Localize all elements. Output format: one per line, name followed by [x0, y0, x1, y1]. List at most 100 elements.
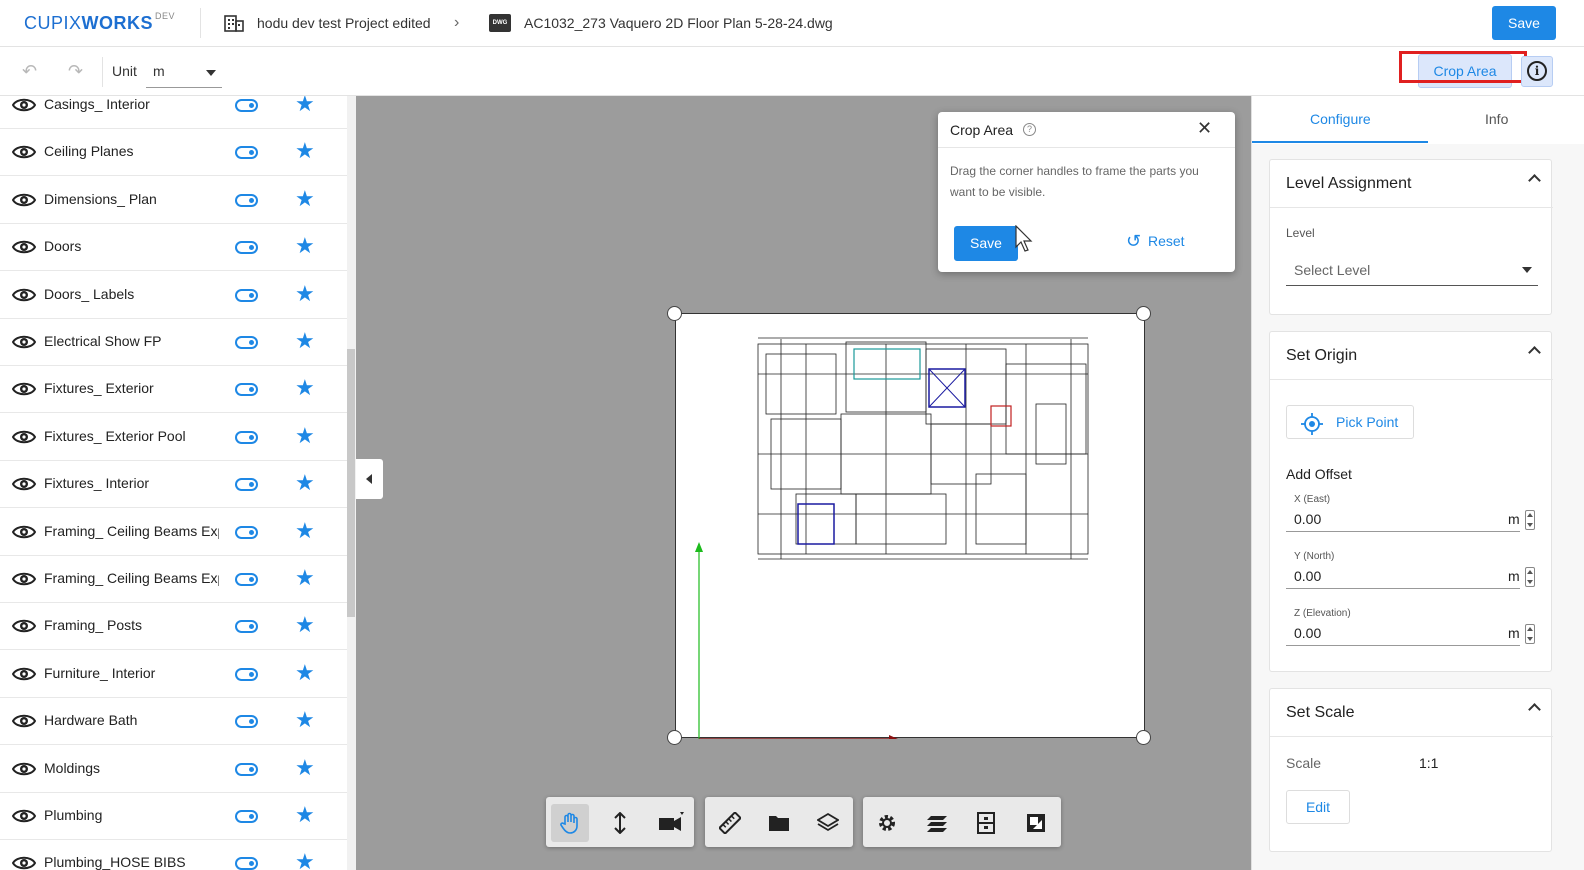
layer-row[interactable]: Moldings ★	[0, 746, 348, 793]
star-icon[interactable]: ★	[295, 423, 315, 449]
layer-list-scrollbar[interactable]	[347, 349, 355, 617]
undo-icon[interactable]: ↶	[22, 61, 37, 82]
star-icon[interactable]: ★	[295, 375, 315, 401]
level-select[interactable]: Select Level	[1286, 252, 1538, 286]
crop-frame[interactable]	[675, 313, 1145, 739]
eye-icon[interactable]	[12, 284, 36, 306]
collapse-caret-icon[interactable]	[1528, 346, 1541, 359]
layer-row[interactable]: Plumbing_HOSE BIBS ★	[0, 840, 348, 870]
layer-row[interactable]: Fixtures_ Exterior ★	[0, 366, 348, 414]
x-offset-input[interactable]: 0.00	[1294, 511, 1321, 527]
star-icon[interactable]: ★	[295, 328, 315, 354]
layer-row[interactable]: Framing_ Posts ★	[0, 603, 348, 651]
layer-toggle[interactable]	[235, 146, 258, 160]
eye-icon[interactable]	[12, 568, 36, 590]
z-offset-spinner[interactable]	[1525, 624, 1535, 644]
layer-toggle[interactable]	[235, 810, 258, 823]
layer-row[interactable]: Plumbing ★	[0, 793, 348, 840]
layer-toggle[interactable]	[235, 288, 258, 302]
pan-tool-button[interactable]	[551, 804, 589, 842]
layer-toggle[interactable]	[235, 857, 258, 870]
pick-point-button[interactable]: Pick Point	[1286, 405, 1414, 439]
layer-toggle[interactable]	[235, 193, 258, 207]
eye-icon[interactable]	[12, 663, 36, 685]
layers-stack-tool-button[interactable]	[809, 804, 847, 842]
layer-row[interactable]: Casings_ Interior ★	[0, 96, 348, 129]
layer-row[interactable]: Framing_ Ceiling Beams Exp ★	[0, 556, 348, 603]
level-tool-button[interactable]	[967, 804, 1005, 842]
eye-icon[interactable]	[12, 473, 36, 495]
collapse-panel-button[interactable]	[356, 459, 383, 499]
eye-icon[interactable]	[12, 852, 36, 870]
edit-scale-button[interactable]: Edit	[1286, 790, 1350, 824]
close-icon[interactable]: ✕	[1197, 118, 1212, 139]
star-icon[interactable]: ★	[295, 281, 315, 307]
crop-save-button[interactable]: Save	[954, 226, 1018, 261]
layer-toggle[interactable]	[235, 430, 258, 444]
layer-toggle[interactable]	[235, 383, 258, 397]
cupix-logo[interactable]: CUPIXWORKS DEV	[24, 11, 175, 34]
x-offset-spinner[interactable]	[1525, 510, 1535, 530]
vertical-move-tool-button[interactable]	[601, 804, 639, 842]
eye-icon[interactable]	[12, 331, 36, 353]
tab-configure[interactable]: Configure	[1310, 111, 1371, 127]
layer-row[interactable]: Fixtures_ Exterior Pool ★	[0, 414, 348, 461]
camera-tool-button[interactable]	[650, 804, 688, 842]
eye-icon[interactable]	[12, 805, 36, 827]
folder-tool-button[interactable]	[760, 804, 798, 842]
z-offset-input[interactable]: 0.00	[1294, 625, 1321, 641]
layer-toggle[interactable]	[235, 336, 258, 349]
star-icon[interactable]: ★	[295, 612, 315, 638]
star-icon[interactable]: ★	[295, 707, 315, 733]
eye-icon[interactable]	[12, 378, 36, 400]
eye-icon[interactable]	[12, 710, 36, 732]
star-icon[interactable]: ★	[295, 849, 315, 870]
layer-row[interactable]: Dimensions_ Plan ★	[0, 177, 348, 224]
breadcrumb-project[interactable]: hodu dev test Project edited	[257, 15, 431, 31]
layer-row[interactable]: Electrical Show FP ★	[0, 319, 348, 366]
eye-icon[interactable]	[12, 141, 36, 163]
layer-row[interactable]: Furniture_ Interior ★	[0, 651, 348, 698]
layer-row[interactable]: Doors ★	[0, 224, 348, 272]
eye-icon[interactable]	[12, 615, 36, 637]
layer-toggle[interactable]	[235, 478, 258, 492]
star-icon[interactable]: ★	[295, 96, 315, 117]
eye-icon[interactable]	[12, 758, 36, 780]
collapse-caret-icon[interactable]	[1528, 174, 1541, 187]
save-button[interactable]: Save	[1492, 6, 1556, 40]
eye-icon[interactable]	[12, 521, 36, 543]
crop-handle-top-right[interactable]	[1136, 306, 1151, 321]
star-icon[interactable]: ★	[295, 802, 315, 828]
star-icon[interactable]: ★	[295, 565, 315, 591]
level-assignment-header[interactable]: Level Assignment	[1270, 160, 1553, 208]
crop-area-button[interactable]: Crop Area	[1418, 54, 1512, 88]
star-icon[interactable]: ★	[295, 138, 315, 164]
unit-select[interactable]: m	[146, 57, 222, 88]
crop-handle-bottom-left[interactable]	[667, 730, 682, 745]
eye-icon[interactable]	[12, 426, 36, 448]
layers-tool-button[interactable]	[918, 804, 956, 842]
layer-toggle[interactable]	[235, 99, 258, 112]
crop-handle-bottom-right[interactable]	[1136, 730, 1151, 745]
star-icon[interactable]: ★	[295, 186, 315, 212]
eye-icon[interactable]	[12, 96, 36, 116]
layer-row[interactable]: Fixtures_ Interior ★	[0, 461, 348, 509]
redo-icon[interactable]: ↷	[68, 61, 83, 82]
layer-toggle[interactable]	[235, 620, 258, 634]
layer-row[interactable]: Ceiling Planes ★	[0, 129, 348, 177]
set-scale-header[interactable]: Set Scale	[1270, 689, 1553, 737]
crop-image-tool-button[interactable]	[1017, 804, 1055, 842]
tab-info[interactable]: Info	[1485, 111, 1508, 127]
help-icon[interactable]: ?	[1023, 123, 1036, 136]
set-origin-header[interactable]: Set Origin	[1270, 332, 1553, 380]
settings-tool-button[interactable]	[868, 804, 906, 842]
star-icon[interactable]: ★	[295, 660, 315, 686]
y-offset-spinner[interactable]	[1525, 567, 1535, 587]
y-offset-input[interactable]: 0.00	[1294, 568, 1321, 584]
layer-toggle[interactable]	[235, 715, 258, 729]
star-icon[interactable]: ★	[295, 518, 315, 544]
star-icon[interactable]: ★	[295, 470, 315, 496]
layer-toggle[interactable]	[235, 667, 258, 681]
eye-icon[interactable]	[12, 236, 36, 258]
layer-row[interactable]: Hardware Bath ★	[0, 698, 348, 746]
